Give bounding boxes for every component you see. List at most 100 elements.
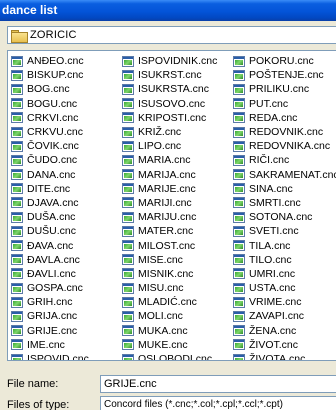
file-item[interactable]: ISPOVIDNIK.cnc bbox=[122, 54, 217, 68]
file-item[interactable]: MISE.cnc bbox=[122, 253, 217, 267]
file-item-label: LIPO.cnc bbox=[138, 140, 182, 153]
file-item-label: REDOVNIKA.cnc bbox=[249, 140, 331, 153]
file-item[interactable]: UMRI.cnc bbox=[233, 267, 336, 281]
file-item[interactable]: RIČI.cnc bbox=[233, 153, 336, 167]
cnc-file-icon bbox=[233, 55, 245, 67]
file-item-label: CRKVU.cnc bbox=[27, 126, 84, 139]
cnc-file-icon bbox=[233, 98, 245, 110]
cnc-file-icon bbox=[122, 211, 134, 223]
file-column-3: POKORU.cnc POŠTENJE.cnc PRILIKU.cnc PUT.cnc… bbox=[233, 54, 336, 360]
file-item[interactable]: ISUKRSTA.cnc bbox=[122, 82, 217, 96]
file-item[interactable]: DANA.cnc bbox=[11, 168, 101, 182]
file-item[interactable]: GRIH.cnc bbox=[11, 295, 101, 309]
file-item[interactable]: BOG.cnc bbox=[11, 82, 101, 96]
file-item[interactable]: TILO.cnc bbox=[233, 253, 336, 267]
file-name-input[interactable]: GRIJE.cnc bbox=[100, 375, 336, 393]
file-item[interactable]: PRILIKU.cnc bbox=[233, 82, 336, 96]
file-item[interactable]: MOLI.cnc bbox=[122, 309, 217, 323]
cnc-file-icon bbox=[11, 183, 23, 195]
file-item-label: ISPOVIDNIK.cnc bbox=[138, 55, 218, 68]
file-item[interactable]: ISPOVID.cnc bbox=[11, 352, 101, 360]
file-item[interactable]: SOTONA.cnc bbox=[233, 210, 336, 224]
cnc-file-icon bbox=[122, 325, 134, 337]
file-item[interactable]: ŽIVOTA.cnc bbox=[233, 352, 336, 360]
file-item-label: ČUDO.cnc bbox=[27, 154, 78, 167]
file-item[interactable]: ĐAVLI.cnc bbox=[11, 267, 101, 281]
file-item[interactable]: SMRTI.cnc bbox=[233, 196, 336, 210]
file-item[interactable]: OSLOBODI.cnc bbox=[122, 352, 217, 360]
file-list[interactable]: ANĐEO.cnc BISKUP.cnc BOG.cnc BOGU.cnc CRKVI.… bbox=[7, 50, 336, 361]
file-item[interactable]: MISNIK.cnc bbox=[122, 267, 217, 281]
file-item[interactable]: ČUDO.cnc bbox=[11, 153, 101, 167]
file-item[interactable]: DUŠA.cnc bbox=[11, 210, 101, 224]
file-item[interactable]: MLADIĆ.cnc bbox=[122, 295, 217, 309]
file-item[interactable]: BISKUP.cnc bbox=[11, 68, 101, 82]
cnc-file-icon bbox=[11, 154, 23, 166]
cnc-file-icon bbox=[233, 183, 245, 195]
file-item[interactable]: ĐAVA.cnc bbox=[11, 238, 101, 252]
cnc-file-icon bbox=[233, 353, 245, 360]
file-item-label: DUŠU.cnc bbox=[27, 225, 77, 238]
file-type-select[interactable]: Concord files (*.cnc;*.col;*.cpl;*.ccl;*… bbox=[100, 396, 336, 410]
file-item[interactable]: SAKRAMENAT.cnc bbox=[233, 168, 336, 182]
file-item[interactable]: MILOST.cnc bbox=[122, 238, 217, 252]
file-item[interactable]: TILA.cnc bbox=[233, 238, 336, 252]
file-item-label: MUKA.cnc bbox=[138, 324, 188, 337]
file-item[interactable]: DITE.cnc bbox=[11, 182, 101, 196]
file-item-label: ŽENA.cnc bbox=[249, 324, 297, 337]
file-name-label: File name: bbox=[7, 378, 59, 390]
look-in-folder-combo[interactable]: ZORICIC bbox=[7, 26, 336, 44]
file-item[interactable]: GRIJA.cnc bbox=[11, 309, 101, 323]
file-item[interactable]: ISUKRST.cnc bbox=[122, 68, 217, 82]
cnc-file-icon bbox=[11, 353, 23, 360]
cnc-file-icon bbox=[11, 197, 23, 209]
file-item[interactable]: REDOVNIK.cnc bbox=[233, 125, 336, 139]
file-item-label: ŽIVOT.cnc bbox=[249, 338, 299, 351]
file-item[interactable]: ŽIVOT.cnc bbox=[233, 338, 336, 352]
file-item[interactable]: MARIJA.cnc bbox=[122, 168, 217, 182]
file-item[interactable]: REDA.cnc bbox=[233, 111, 336, 125]
file-item[interactable]: SINA.cnc bbox=[233, 182, 336, 196]
file-item[interactable]: ZAVAPI.cnc bbox=[233, 309, 336, 323]
file-item[interactable]: KRIŽ.cnc bbox=[122, 125, 217, 139]
file-item[interactable]: CRKVI.cnc bbox=[11, 111, 101, 125]
file-column-1: ANĐEO.cnc BISKUP.cnc BOG.cnc BOGU.cnc CRKVI.… bbox=[11, 54, 101, 360]
file-item[interactable]: POKORU.cnc bbox=[233, 54, 336, 68]
file-item[interactable]: REDOVNIKA.cnc bbox=[233, 139, 336, 153]
file-item[interactable]: MUKA.cnc bbox=[122, 324, 217, 338]
file-item[interactable]: DUŠU.cnc bbox=[11, 224, 101, 238]
cnc-file-icon bbox=[11, 126, 23, 138]
file-item[interactable]: MARIA.cnc bbox=[122, 153, 217, 167]
file-item[interactable]: LIPO.cnc bbox=[122, 139, 217, 153]
file-item[interactable]: ŽENA.cnc bbox=[233, 324, 336, 338]
file-item[interactable]: PUT.cnc bbox=[233, 97, 336, 111]
file-item[interactable]: GOSPA.cnc bbox=[11, 281, 101, 295]
cnc-file-icon bbox=[233, 268, 245, 280]
file-item[interactable]: VRIME.cnc bbox=[233, 295, 336, 309]
file-item[interactable]: KRIPOSTI.cnc bbox=[122, 111, 217, 125]
file-item[interactable]: POŠTENJE.cnc bbox=[233, 68, 336, 82]
file-item[interactable]: CRKVU.cnc bbox=[11, 125, 101, 139]
file-item[interactable]: MARIJU.cnc bbox=[122, 210, 217, 224]
file-item[interactable]: ANĐEO.cnc bbox=[11, 54, 101, 68]
cnc-file-icon bbox=[233, 112, 245, 124]
file-item[interactable]: ĐAVLA.cnc bbox=[11, 253, 101, 267]
file-item[interactable]: MARIJI.cnc bbox=[122, 196, 217, 210]
file-item[interactable]: MATER.cnc bbox=[122, 224, 217, 238]
file-item[interactable]: MARIJE.cnc bbox=[122, 182, 217, 196]
file-item[interactable]: IME.cnc bbox=[11, 338, 101, 352]
file-item[interactable]: GRIJE.cnc bbox=[11, 324, 101, 338]
file-item-label: SAKRAMENAT.cnc bbox=[249, 168, 336, 181]
file-item[interactable]: USTA.cnc bbox=[233, 281, 336, 295]
file-item-label: MUKE.cnc bbox=[138, 338, 188, 351]
file-item[interactable]: ČOVIK.cnc bbox=[11, 139, 101, 153]
file-item[interactable]: SVETI.cnc bbox=[233, 224, 336, 238]
file-item[interactable]: BOGU.cnc bbox=[11, 97, 101, 111]
file-item[interactable]: MUKE.cnc bbox=[122, 338, 217, 352]
file-item[interactable]: MISU.cnc bbox=[122, 281, 217, 295]
file-item[interactable]: DJAVA.cnc bbox=[11, 196, 101, 210]
cnc-file-icon bbox=[122, 169, 134, 181]
file-item-label: MISNIK.cnc bbox=[138, 267, 194, 280]
file-item-label: REDA.cnc bbox=[249, 111, 298, 124]
file-item[interactable]: ISUSOVO.cnc bbox=[122, 97, 217, 111]
